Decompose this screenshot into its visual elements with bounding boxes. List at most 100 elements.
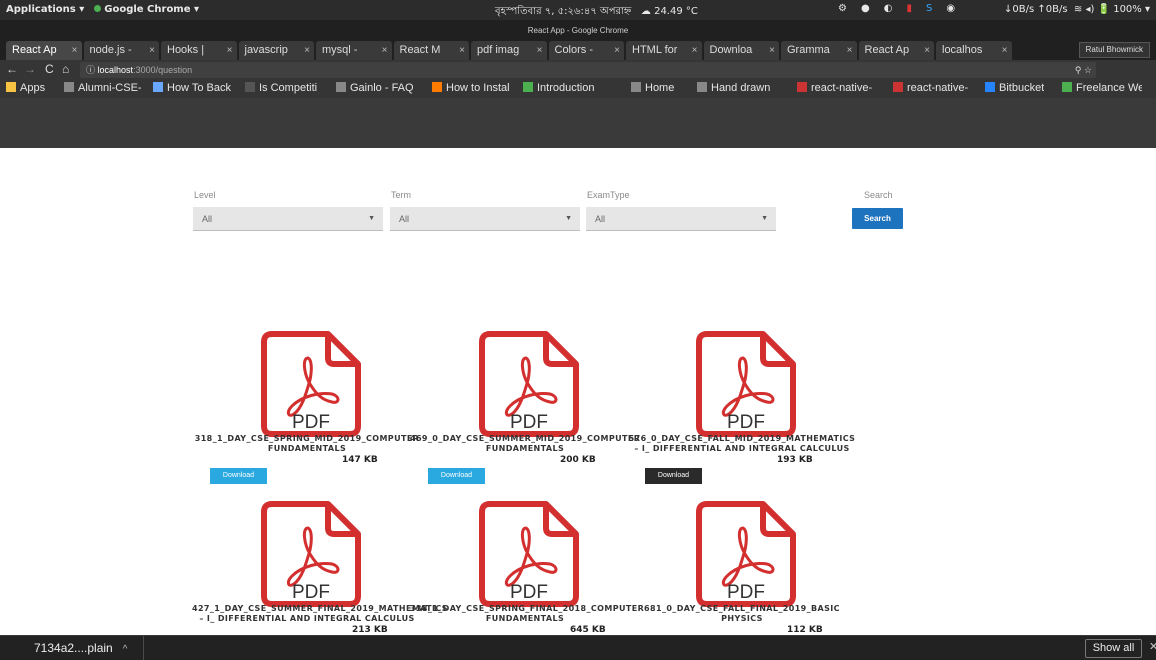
bookmark-label: react-native- <box>811 82 873 94</box>
tab-close-icon[interactable]: × <box>537 41 543 60</box>
bookmark-item[interactable]: Freelance We <box>1062 82 1142 94</box>
tab-close-icon[interactable]: × <box>692 41 698 60</box>
file-size: 200 KB <box>560 455 596 465</box>
tab-0[interactable]: React Ap × <box>6 41 82 60</box>
system-menu[interactable]: Applications ▾ Google Chrome ▾ <box>6 4 199 15</box>
tab-label: node.js - <box>89 44 132 56</box>
bookmark-item[interactable]: react-native- <box>893 82 968 94</box>
file-size: 193 KB <box>777 455 813 465</box>
bookmark-item[interactable]: Apps <box>6 82 45 94</box>
chevron-down-icon: ▼ <box>761 215 768 222</box>
close-icon[interactable]: ✕ <box>1149 640 1156 653</box>
window-title: React App - Google Chrome <box>527 26 629 35</box>
tray-icon-3[interactable]: ◐ <box>884 3 893 14</box>
pdf-icon-label: PDF <box>727 582 765 603</box>
pdf-file-icon[interactable]: PDF <box>258 330 364 438</box>
tab-close-icon[interactable]: × <box>1002 41 1008 60</box>
bookmark-item[interactable]: Hand drawn <box>697 82 770 94</box>
download-button[interactable]: Download <box>428 468 485 484</box>
pdf-file-icon[interactable]: PDF <box>693 500 799 608</box>
tray-icon-2[interactable]: ● <box>861 3 870 14</box>
examtype-value: All <box>595 214 606 224</box>
bookmark-item[interactable]: Alumni-CSE- <box>64 82 142 94</box>
bookmark-icon <box>697 82 707 92</box>
tab-10[interactable]: Gramma × <box>781 41 857 60</box>
wifi-icon[interactable]: ≋ <box>1074 4 1082 15</box>
bookmark-label: How to Instal <box>446 82 510 94</box>
bookmark-item[interactable]: Is Competiti <box>245 82 317 94</box>
file-size: 645 KB <box>570 625 606 635</box>
tab-close-icon[interactable]: × <box>227 41 233 60</box>
term-select[interactable]: All ▼ <box>390 207 580 231</box>
show-all-button[interactable]: Show all <box>1085 639 1142 658</box>
search-button[interactable]: Search <box>852 208 903 229</box>
file-name: 318_1_DAY_CSE_SPRING_MID_2019_COMPUTER F… <box>194 434 420 453</box>
tab-close-icon[interactable]: × <box>614 41 620 60</box>
bookmark-item[interactable]: Home <box>631 82 674 94</box>
system-clock[interactable]: বৃহস্পতিবার ৭, ৫:২৬:৪৭ অপরাহ্ন ☁ 24.49 °… <box>495 4 698 21</box>
bookmark-icon <box>631 82 641 92</box>
reload-icon[interactable]: C <box>45 62 54 76</box>
pdf-file-icon[interactable]: PDF <box>693 330 799 438</box>
volume-icon[interactable]: ◂) <box>1085 4 1094 15</box>
chevron-down-icon: ▼ <box>565 215 572 222</box>
bookmark-label: How To Back <box>167 82 231 94</box>
tray-icon-1[interactable]: ⚙ <box>838 3 847 14</box>
tab-3[interactable]: javascrip × <box>238 41 314 60</box>
tab-7[interactable]: Colors - × <box>548 41 624 60</box>
pdf-file-icon[interactable]: PDF <box>476 500 582 608</box>
download-button[interactable]: Download <box>645 468 702 484</box>
toolbar: ← → C ⌂ ⓘ localhost:3000/question ⚲ ☆ ✦ … <box>0 60 1156 134</box>
tab-4[interactable]: mysql - × <box>316 41 392 60</box>
bookmark-item[interactable]: Gainlo - FAQ <box>336 82 414 94</box>
download-button[interactable]: Download <box>210 468 267 484</box>
tab-12[interactable]: localhos × <box>936 41 1012 60</box>
bookmark-item[interactable]: Introduction <box>523 82 594 94</box>
info-icon[interactable]: ⓘ <box>86 65 95 75</box>
pdf-file-icon[interactable]: PDF <box>476 330 582 438</box>
chevron-up-icon[interactable]: ^ <box>123 644 128 655</box>
tab-close-icon[interactable]: × <box>304 41 310 60</box>
tab-close-icon[interactable]: × <box>72 41 78 60</box>
profile-button[interactable]: Ratul Bhowmick <box>1078 42 1150 58</box>
pdf-icon-label: PDF <box>727 412 765 433</box>
tab-6[interactable]: pdf imag × <box>471 41 547 60</box>
tray-icon-6[interactable]: ◉ <box>946 3 955 14</box>
bookmark-item[interactable]: How to Instal <box>432 82 510 94</box>
tab-close-icon[interactable]: × <box>769 41 775 60</box>
tab-close-icon[interactable]: × <box>382 41 388 60</box>
download-item[interactable]: 7134a2....plain ^ <box>34 641 127 655</box>
pdf-file-icon[interactable]: PDF <box>258 500 364 608</box>
tab-9[interactable]: Downloa × <box>703 41 779 60</box>
battery-status[interactable]: 🔋 100% ▾ <box>1098 4 1150 15</box>
bookmark-item[interactable]: react-native- <box>797 82 872 94</box>
bookmark-item[interactable]: Bitbucket <box>985 82 1044 94</box>
tray-icon-4[interactable]: ▮ <box>906 3 912 14</box>
skype-icon[interactable]: S <box>926 3 932 14</box>
tab-11[interactable]: React Ap × <box>858 41 934 60</box>
tab-2[interactable]: Hooks | × <box>161 41 237 60</box>
applications-menu[interactable]: Applications ▾ <box>6 4 84 15</box>
tab-close-icon[interactable]: × <box>459 41 465 60</box>
tab-close-icon[interactable]: × <box>847 41 853 60</box>
tab-5[interactable]: React M × <box>393 41 469 60</box>
examtype-select[interactable]: All ▼ <box>586 207 776 231</box>
bookmark-item[interactable]: How To Back <box>153 82 231 94</box>
bookmarks-bar: Apps Alumni-CSE- How To Back Is Competiti Ga… <box>0 80 1156 98</box>
back-icon[interactable]: ← <box>6 62 18 76</box>
tab-close-icon[interactable]: × <box>924 41 930 60</box>
bookmark-icon <box>6 82 16 92</box>
zoom-icon[interactable]: ⚲ <box>1075 65 1082 75</box>
file-name: 469_0_DAY_CSE_SUMMER_MID_2019_COMPUTER F… <box>410 434 641 453</box>
file-name: 681_0_DAY_CSE_FALL_FINAL_2019_BASIC PHYS… <box>644 604 840 623</box>
level-select[interactable]: All ▼ <box>193 207 383 231</box>
star-icon[interactable]: ☆ <box>1084 65 1092 75</box>
app-name-menu[interactable]: Google Chrome ▾ <box>104 4 199 15</box>
bookmark-icon <box>432 82 442 92</box>
tab-8[interactable]: HTML for × <box>626 41 702 60</box>
address-bar[interactable]: ⓘ localhost:3000/question ⚲ ☆ <box>80 62 1096 78</box>
tab-close-icon[interactable]: × <box>149 41 155 60</box>
home-icon[interactable]: ⌂ <box>62 62 69 76</box>
tab-1[interactable]: node.js - × <box>83 41 159 60</box>
forward-icon[interactable]: → <box>24 62 36 76</box>
